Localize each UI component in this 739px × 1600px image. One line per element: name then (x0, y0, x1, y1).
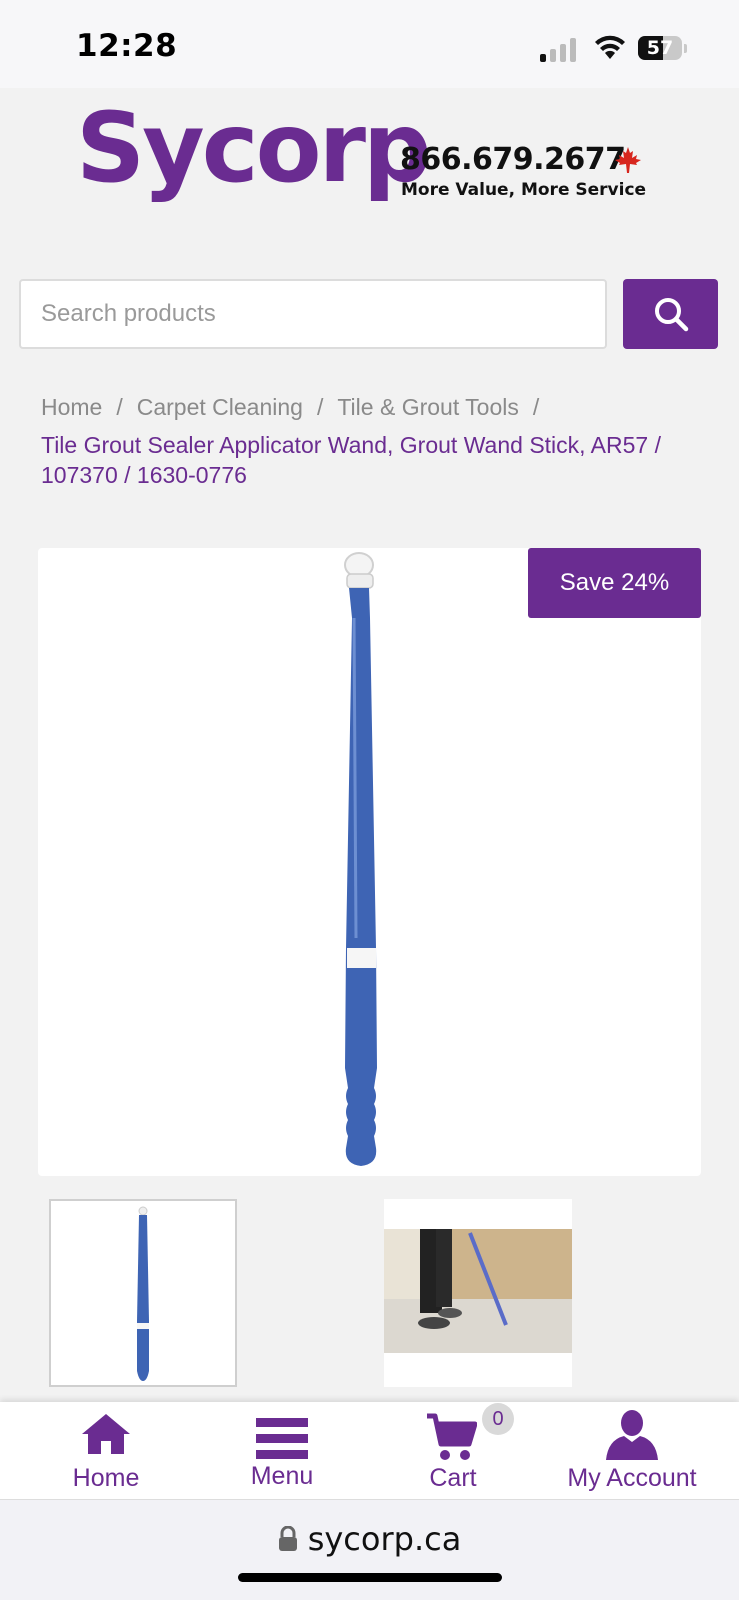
browser-url-bar[interactable]: sycorp.ca (0, 1499, 739, 1600)
breadcrumb-carpet-cleaning[interactable]: Carpet Cleaning (137, 394, 303, 420)
sycorp-logo[interactable]: Sycorp (76, 100, 432, 196)
search-input[interactable] (19, 279, 607, 349)
signal-icon (540, 38, 580, 62)
discount-badge: Save 24% (528, 548, 701, 618)
grout-wand-image (344, 552, 377, 1166)
nav-menu[interactable]: Menu (207, 1402, 357, 1499)
status-bar: 12:28 57 (0, 0, 739, 88)
lock-icon (278, 1526, 297, 1551)
breadcrumb-separator: / (316, 394, 324, 420)
url-text: sycorp.ca (307, 1520, 462, 1558)
nav-my-account[interactable]: My Account (557, 1402, 707, 1499)
product-main-image[interactable] (38, 548, 701, 1176)
phone-number[interactable]: 866.679.2677 (400, 142, 626, 177)
wifi-icon (595, 35, 625, 59)
bottom-nav: Home Menu Cart My Account (0, 1402, 739, 1499)
nav-cart-label: Cart (429, 1464, 477, 1492)
cart-icon (427, 1413, 477, 1460)
home-indicator (238, 1573, 502, 1582)
hamburger-menu-icon (256, 1418, 308, 1459)
product-thumbnail-2[interactable] (384, 1199, 572, 1387)
nav-menu-label: Menu (250, 1462, 314, 1490)
home-icon (82, 1414, 130, 1454)
breadcrumb-separator: / (116, 394, 123, 420)
breadcrumb-tile-grout-tools[interactable]: Tile & Grout Tools (337, 394, 519, 420)
search-icon (654, 298, 688, 332)
nav-home-label: Home (72, 1464, 140, 1492)
breadcrumb: Home / Carpet Cleaning / Tile & Grout Tools /… (41, 392, 711, 490)
nav-home[interactable]: Home (31, 1402, 181, 1499)
wand-in-use-thumbnail (384, 1229, 572, 1353)
grout-wand-thumbnail (137, 1206, 149, 1381)
breadcrumb-separator: / (532, 394, 540, 420)
user-icon (606, 1410, 658, 1460)
nav-my-account-label: My Account (567, 1464, 697, 1492)
battery-icon: 57 (638, 36, 687, 62)
product-thumbnail-1[interactable] (49, 1199, 237, 1387)
maple-leaf-icon (615, 147, 641, 173)
breadcrumb-home[interactable]: Home (41, 394, 102, 420)
cart-count-badge: 0 (482, 1403, 514, 1435)
search-button[interactable] (623, 279, 718, 349)
brand-tagline: More Value, More Service (401, 180, 647, 200)
status-time: 12:28 (76, 28, 178, 64)
breadcrumb-current-product: Tile Grout Sealer Applicator Wand, Grout… (41, 432, 661, 488)
